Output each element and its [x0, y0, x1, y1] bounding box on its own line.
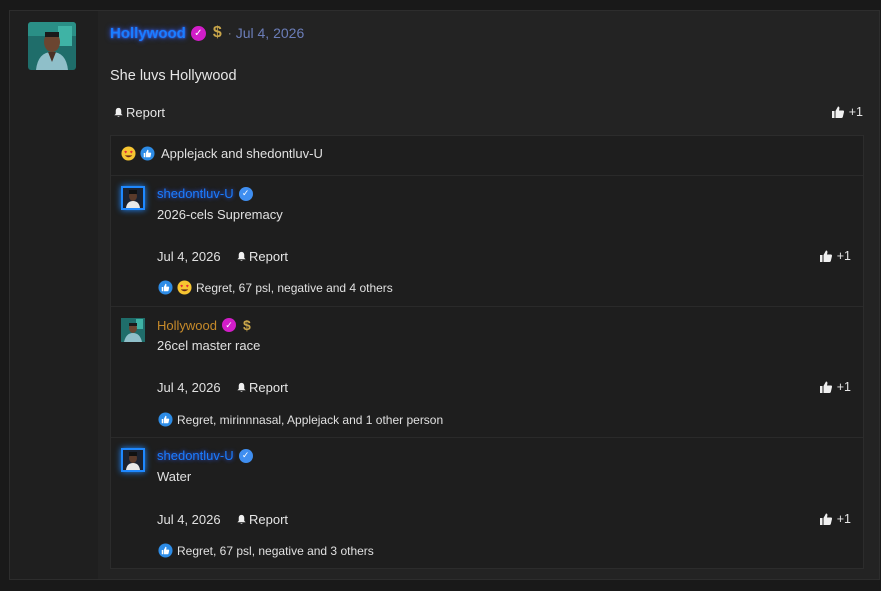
check-badge-icon: ✓	[221, 318, 236, 332]
post-author-name[interactable]: Hollywood	[110, 25, 186, 42]
post-header: Hollywood ✓ $ · Jul 4, 2026	[110, 22, 304, 44]
comment-text: 26cel master race	[157, 338, 261, 353]
report-button[interactable]: Report	[236, 380, 288, 395]
report-label: Report	[126, 105, 166, 120]
reactions-summary: Regret, 67 psl, negative and 4 others	[196, 280, 393, 295]
comment: shedontluv-U ✓ Water Jul 4, 2026 Report …	[111, 438, 863, 568]
like-button[interactable]: +1	[819, 512, 851, 526]
bell-icon	[237, 382, 246, 392]
like-button[interactable]: +1	[819, 380, 851, 394]
thumbs-up-icon	[819, 250, 832, 262]
thumbs-up-icon	[158, 412, 173, 427]
post-body: She luvs Hollywood	[110, 68, 237, 84]
report-label: Report	[249, 380, 289, 395]
thumbs-up-icon	[819, 513, 832, 525]
avatar[interactable]	[121, 448, 145, 472]
comment: Hollywood ✓ $ 26cel master race Jul 4, 2…	[111, 307, 863, 437]
like-count: +1	[836, 249, 851, 263]
avatar[interactable]	[121, 186, 145, 210]
check-badge-icon: ✓	[190, 25, 206, 41]
avatar[interactable]	[28, 22, 76, 70]
reactions-summary: Applejack and shedontluv-U	[161, 146, 323, 161]
bell-icon	[237, 251, 246, 261]
report-button[interactable]: Report	[236, 512, 288, 527]
report-label: Report	[249, 249, 289, 264]
reactions-summary: Regret, 67 psl, negative and 3 others	[177, 543, 374, 558]
like-count: +1	[836, 380, 851, 394]
heart-eyes-emoji-icon	[121, 146, 136, 161]
comment: shedontluv-U ✓ 2026-cels Supremacy Jul 4…	[111, 176, 863, 306]
post: Hollywood ✓ $ · Jul 4, 2026 She luvs Hol…	[9, 10, 880, 580]
report-button[interactable]: Report	[236, 249, 288, 264]
thumbs-up-icon	[140, 146, 155, 161]
comment-header: shedontluv-U ✓	[157, 186, 253, 201]
comment-date[interactable]: Jul 4, 2026	[157, 380, 221, 395]
reactions-bar[interactable]: Applejack and shedontluv-U	[121, 146, 323, 161]
thumbs-up-icon	[819, 381, 832, 393]
reactions-summary: Regret, mirinnnasal, Applejack and 1 oth…	[177, 412, 444, 427]
post-sidebar	[10, 11, 98, 579]
post-date[interactable]: Jul 4, 2026	[236, 25, 305, 41]
thumbs-up-icon	[831, 106, 844, 118]
comment-reactions[interactable]: Regret, 67 psl, negative and 4 others	[158, 280, 393, 295]
comment-author-name[interactable]: Hollywood	[157, 318, 217, 333]
bell-icon	[114, 107, 123, 117]
comment-reactions[interactable]: Regret, 67 psl, negative and 3 others	[158, 543, 374, 558]
like-count: +1	[836, 512, 851, 526]
bell-icon	[237, 514, 246, 524]
comment-date[interactable]: Jul 4, 2026	[157, 249, 221, 264]
comment-reactions[interactable]: Regret, mirinnnasal, Applejack and 1 oth…	[158, 412, 443, 427]
comment-header: Hollywood ✓ $	[157, 317, 251, 333]
dollar-sign-icon: $	[212, 24, 222, 41]
comments-section: Applejack and shedontluv-U shedontluv-U …	[110, 135, 864, 569]
check-badge-icon: ✓	[238, 448, 253, 463]
avatar[interactable]	[121, 318, 145, 342]
report-label: Report	[249, 512, 289, 527]
comment-header: shedontluv-U ✓	[157, 448, 253, 463]
comment-date[interactable]: Jul 4, 2026	[157, 512, 221, 527]
separator-dot: ·	[227, 26, 232, 40]
dollar-sign-icon: $	[242, 317, 251, 333]
report-button[interactable]: Report	[113, 105, 165, 120]
like-count: +1	[848, 105, 863, 119]
heart-eyes-emoji-icon	[177, 280, 192, 295]
comment-text: 2026-cels Supremacy	[157, 207, 283, 222]
comment-author-name[interactable]: shedontluv-U	[157, 186, 234, 201]
like-button[interactable]: +1	[819, 249, 851, 263]
thumbs-up-icon	[158, 280, 173, 295]
comment-author-name[interactable]: shedontluv-U	[157, 448, 234, 463]
thumbs-up-icon	[158, 543, 173, 558]
check-badge-icon: ✓	[238, 186, 253, 201]
like-button[interactable]: +1	[831, 105, 863, 119]
comment-text: Water	[157, 469, 192, 484]
